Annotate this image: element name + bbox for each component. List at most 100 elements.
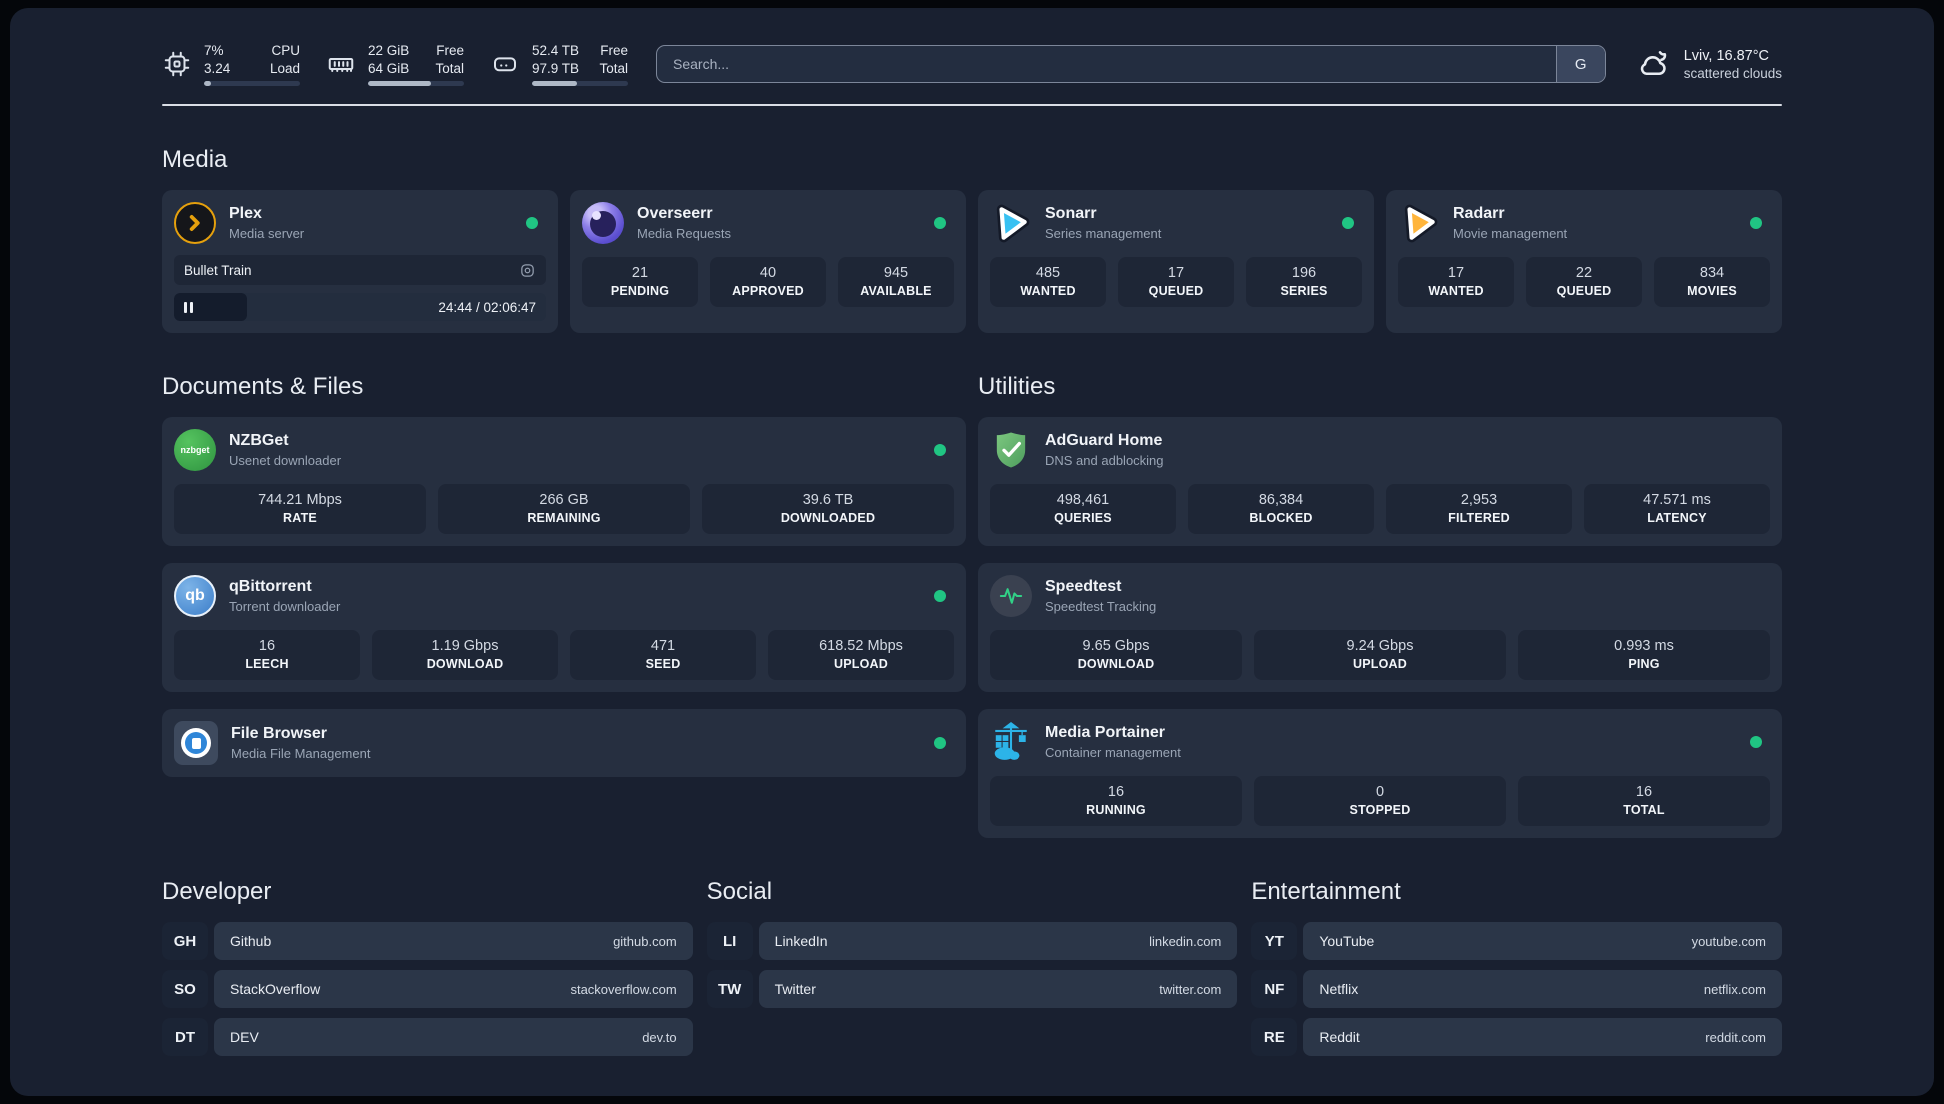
app-card-sonarr[interactable]: Sonarr Series management 485 WANTED 17 Q… (978, 190, 1374, 333)
bookmark-abbr: GH (162, 922, 208, 960)
stat-tile: 21 PENDING (582, 257, 698, 307)
bookmark-abbr: YT (1251, 922, 1298, 960)
bookmark-abbr: RE (1251, 1018, 1298, 1056)
app-card-plex[interactable]: Plex Media server Bullet Train 24:44 / 0… (162, 190, 558, 333)
bookmark-stackoverflow[interactable]: SO StackOverflow stackoverflow.com (162, 970, 693, 1008)
sonarr-icon (996, 204, 1030, 243)
stat-tile: 1.19 Gbps DOWNLOAD (372, 630, 558, 680)
sonarr-status-dot (1342, 217, 1354, 229)
plex-name: Plex (229, 205, 262, 222)
bookmark-name: DEV (230, 1029, 259, 1045)
stat-tile: 2,953 FILTERED (1386, 484, 1572, 534)
section-title-social: Social (706, 878, 773, 905)
bookmark-url: youtube.com (1691, 933, 1766, 949)
app-card-overseerr[interactable]: Overseerr Media Requests 21 PENDING 40 A… (570, 190, 966, 333)
stat-tile: 17 WANTED (1398, 257, 1514, 307)
qbittorrent-description: Torrent downloader (229, 599, 341, 614)
stat-tile: 744.21 Mbps RATE (174, 484, 426, 534)
qbittorrent-status-dot (934, 590, 946, 602)
stat-tile: 498,461 QUERIES (990, 484, 1176, 534)
search-engine-button[interactable]: G (1555, 46, 1605, 82)
bookmark-netflix[interactable]: NF Netflix netflix.com (1251, 970, 1782, 1008)
overseerr-icon (582, 202, 624, 244)
app-card-nzbget[interactable]: nzbget NZBGet Usenet downloader 744.21 M… (162, 417, 966, 546)
filebrowser-icon (174, 721, 218, 765)
stat-tile: 834 MOVIES (1654, 257, 1770, 307)
stat-tile: 47.571 ms LATENCY (1584, 484, 1770, 534)
ram-total-label: Total (435, 60, 464, 76)
app-card-qbittorrent[interactable]: qb qBittorrent Torrent downloader 16 LEE… (162, 563, 966, 692)
filebrowser-description: Media File Management (231, 746, 371, 761)
ram-total-value: 64 GiB (368, 60, 410, 76)
overseerr-description: Media Requests (637, 226, 731, 241)
bookmark-dev[interactable]: DT DEV dev.to (162, 1018, 693, 1056)
ram-progress-bar (368, 81, 464, 87)
qbittorrent-icon: qb (174, 575, 216, 617)
stat-tile: 618.52 Mbps UPLOAD (768, 630, 954, 680)
cpu-label: CPU (271, 42, 300, 58)
radarr-status-dot (1750, 217, 1762, 229)
disk-icon (494, 57, 516, 72)
ram-free-value: 22 GiB (368, 42, 410, 58)
bookmark-github[interactable]: GH Github github.com (162, 922, 693, 960)
bookmark-name: Netflix (1319, 981, 1359, 997)
stat-tile: 17 QUEUED (1118, 257, 1234, 307)
section-title-documents: Documents & Files (162, 373, 364, 400)
section-title-utilities: Utilities (978, 373, 1056, 400)
bookmark-abbr: DT (162, 1018, 208, 1056)
stat-tile: 39.6 TB DOWNLOADED (702, 484, 954, 534)
search-engine-letter: G (1574, 55, 1587, 73)
dashboard-page: 7% 3.24 CPU Load 22 GiB 64 GiB Free Tota… (10, 8, 1934, 1096)
section-title-entertainment: Entertainment (1251, 878, 1401, 905)
bookmark-abbr: NF (1251, 970, 1298, 1008)
filebrowser-status-dot (934, 737, 946, 749)
pause-icon (184, 301, 193, 313)
bookmark-name: LinkedIn (774, 933, 828, 949)
portainer-description: Container management (1045, 745, 1181, 760)
cloud-moon-icon (1640, 51, 1666, 76)
plex-status-dot (526, 217, 538, 229)
bookmark-linkedin[interactable]: LI LinkedIn linkedin.com (706, 922, 1238, 960)
bookmark-youtube[interactable]: YT YouTube youtube.com (1251, 922, 1782, 960)
bookmark-abbr: LI (706, 922, 753, 960)
session-icon (521, 263, 534, 277)
bookmark-url: reddit.com (1705, 1029, 1766, 1045)
bookmark-twitter[interactable]: TW Twitter twitter.com (706, 970, 1238, 1008)
app-card-portainer[interactable]: Media Portainer Container management 16 … (978, 709, 1782, 838)
qbittorrent-name: qBittorrent (229, 578, 312, 595)
disk-widget: 52.4 TB 97.9 TB Free Total (490, 42, 628, 87)
app-card-filebrowser[interactable]: File Browser Media File Management (162, 709, 966, 777)
nzbget-icon: nzbget (174, 429, 216, 471)
bookmark-url: linkedin.com (1149, 933, 1222, 949)
bookmark-name: StackOverflow (230, 981, 321, 997)
stat-tile: 22 QUEUED (1526, 257, 1642, 307)
portainer-status-dot (1750, 736, 1762, 748)
stat-tile: 86,384 BLOCKED (1188, 484, 1374, 534)
search-input[interactable] (657, 46, 1556, 82)
stat-tile: 16 LEECH (174, 630, 360, 680)
overseerr-status-dot (934, 217, 946, 229)
stat-tile: 9.65 Gbps DOWNLOAD (990, 630, 1242, 680)
speedtest-name: Speedtest (1045, 578, 1122, 595)
bookmark-url: github.com (613, 933, 677, 949)
weather-location: Lviv, 16.87°C (1683, 47, 1770, 64)
portainer-name: Media Portainer (1045, 724, 1166, 741)
bookmark-url: dev.to (642, 1029, 677, 1045)
stat-tile: 40 APPROVED (710, 257, 826, 307)
disk-free-label: Free (600, 42, 628, 58)
nzbget-name: NZBGet (229, 432, 289, 449)
nzbget-description: Usenet downloader (229, 453, 342, 468)
bookmark-reddit[interactable]: RE Reddit reddit.com (1251, 1018, 1782, 1056)
adguard-name: AdGuard Home (1045, 432, 1163, 449)
sonarr-name: Sonarr (1045, 205, 1097, 222)
plex-icon (174, 202, 216, 244)
media-card-row: Plex Media server Bullet Train 24:44 / 0… (162, 190, 1782, 333)
app-card-radarr[interactable]: Radarr Movie management 17 WANTED 22 QUE… (1386, 190, 1782, 333)
bookmark-name: Github (230, 933, 272, 949)
stat-tile: 266 GB REMAINING (438, 484, 690, 534)
app-card-speedtest[interactable]: Speedtest Speedtest Tracking 9.65 Gbps D… (978, 563, 1782, 692)
cpu-load-label: Load (269, 60, 300, 76)
weather-widget: Lviv, 16.87°C scattered clouds (1636, 46, 1782, 82)
app-card-adguard[interactable]: AdGuard Home DNS and adblocking 498,461 … (978, 417, 1782, 546)
ram-icon (328, 58, 354, 72)
